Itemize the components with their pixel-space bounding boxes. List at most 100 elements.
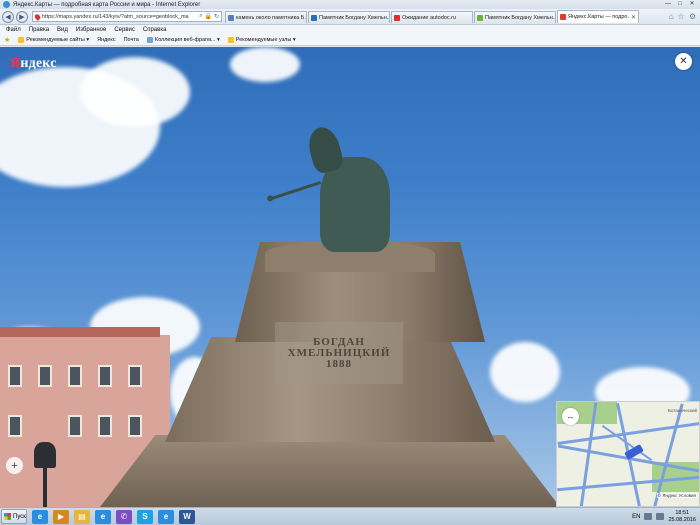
building-window xyxy=(98,365,112,387)
menu-view[interactable]: Вид xyxy=(57,27,68,33)
favorites-star-icon[interactable]: ★ xyxy=(4,36,10,44)
fav-mail[interactable]: Почта xyxy=(124,37,139,43)
back-button[interactable]: ◀ xyxy=(2,10,14,23)
tab-favicon xyxy=(311,14,317,21)
building-window xyxy=(68,415,82,437)
menu-file[interactable]: Файл xyxy=(6,27,21,33)
tab-favicon xyxy=(560,14,566,20)
forward-arrow-icon: ▶ xyxy=(19,13,25,21)
fav-label: Почта xyxy=(123,37,139,43)
expand-minimap-button[interactable]: ↔ xyxy=(562,408,579,425)
tab-label: Яндекс.Карты — подро... xyxy=(568,14,629,20)
fav-yandex[interactable]: Яндекс xyxy=(97,37,116,43)
minimap-road xyxy=(557,421,699,446)
tab-1[interactable]: камень около памятника Б... xyxy=(225,11,307,23)
minimap[interactable]: ↔ Ботанический © Яндекс Условия xyxy=(556,401,700,507)
inscription-line: 1888 xyxy=(326,357,352,370)
plus-icon: + xyxy=(11,459,18,472)
menu-edit[interactable]: Правка xyxy=(29,27,49,33)
fav-label: Рекомендуемые сайты ▾ xyxy=(26,37,90,43)
cloud xyxy=(80,57,190,127)
fav-recommended-sites[interactable]: Рекомендуемые сайты ▾ xyxy=(18,37,89,43)
menu-tools[interactable]: Сервис xyxy=(114,27,135,33)
search-icon[interactable]: ⌕ xyxy=(199,13,202,20)
refresh-icon[interactable]: ↻ xyxy=(214,13,219,20)
cloud xyxy=(490,342,560,402)
tab-3[interactable]: Ожидание autodoc.ru xyxy=(391,11,473,23)
minimize-button[interactable]: — xyxy=(662,0,674,8)
fav-web-slice-gallery[interactable]: Коллекция веб-фрагм... ▾ xyxy=(146,37,220,43)
fav-label: Яндекс xyxy=(97,37,116,43)
building-window xyxy=(8,415,22,437)
yandex-pin-icon xyxy=(33,12,42,21)
equestrian-statue xyxy=(270,117,410,257)
taskbar-ie-icon[interactable]: e xyxy=(32,509,48,524)
taskbar: Пуск e ▶ ▤ e ✆ S e W EN 18:51 25.08.2016 xyxy=(0,507,700,525)
close-panorama-button[interactable]: ✕ xyxy=(675,53,692,70)
building-window xyxy=(98,415,112,437)
building-roof xyxy=(0,327,160,337)
minimap-place-label: Ботанический xyxy=(668,408,697,413)
tab-close-icon[interactable]: ✕ xyxy=(631,14,638,21)
gear-icon[interactable]: ⚙ xyxy=(689,12,696,21)
ie-icon xyxy=(3,1,10,8)
taskbar-ie-icon[interactable]: e xyxy=(158,509,174,524)
system-tray: EN 18:51 25.08.2016 xyxy=(632,510,700,522)
menu-favorites[interactable]: Избранное xyxy=(76,27,106,33)
tab-2[interactable]: Памятник Богдану Хмельн... xyxy=(308,11,390,23)
tab-label: Ожидание autodoc.ru xyxy=(402,14,456,21)
favorites-star-icon[interactable]: ☆ xyxy=(678,12,685,21)
address-bar[interactable]: https://maps.yandex.ru/143/kyiv/?atm_sou… xyxy=(32,11,222,22)
taskbar-skype-icon[interactable]: S xyxy=(137,509,153,524)
tab-label: камень около памятника Б... xyxy=(236,14,306,21)
clock[interactable]: 18:51 25.08.2016 xyxy=(668,510,696,522)
tab-4[interactable]: Памятник Богдану Хмельн... xyxy=(474,11,556,23)
window-titlebar: Яндекс.Карты — подробная карта России и … xyxy=(0,0,700,9)
back-arrow-icon: ◀ xyxy=(5,13,11,21)
building-window xyxy=(8,365,22,387)
close-window-button[interactable]: ✕ xyxy=(686,0,698,8)
minimap-copyright[interactable]: © Яндекс Условия xyxy=(656,493,697,498)
fav-label: Коллекция веб-фрагм... ▾ xyxy=(154,37,220,43)
yandex-logo: Яндекс xyxy=(10,56,57,71)
forward-button[interactable]: ▶ xyxy=(16,10,28,23)
street-lamp xyxy=(30,442,60,507)
volume-icon[interactable] xyxy=(656,513,665,520)
cloud xyxy=(230,47,300,82)
fav-recommended-nodes[interactable]: Рекомендуемые узлы ▾ xyxy=(227,37,296,43)
inscription-line: ХМЕЛЬНИЦКИЙ xyxy=(287,346,391,359)
language-indicator[interactable]: EN xyxy=(632,514,640,520)
window-controls: — □ ✕ xyxy=(662,0,698,8)
lamp-globe xyxy=(34,442,56,468)
start-button[interactable]: Пуск xyxy=(1,509,27,524)
building-window xyxy=(128,365,142,387)
lock-icon[interactable]: 🔒 xyxy=(204,13,211,20)
maximize-button[interactable]: □ xyxy=(674,0,686,8)
building-window xyxy=(68,365,82,387)
taskbar-viber-icon[interactable]: ✆ xyxy=(116,509,132,524)
menu-help[interactable]: Справка xyxy=(143,27,167,33)
zoom-controls: + xyxy=(6,457,23,474)
address-url[interactable]: https://maps.yandex.ru/143/kyiv/?atm_sou… xyxy=(42,14,197,20)
browser-toolbar-icons: ⌂ ☆ ⚙ xyxy=(669,12,700,21)
home-icon[interactable]: ⌂ xyxy=(669,12,674,21)
tab-favicon xyxy=(228,14,234,21)
taskbar-explorer-icon[interactable]: ▤ xyxy=(74,509,90,524)
expand-icon: ↔ xyxy=(566,412,575,421)
tab-favicon xyxy=(394,14,400,21)
window-title: Яндекс.Карты — подробная карта России и … xyxy=(13,1,201,8)
building-window xyxy=(38,365,52,387)
taskbar-media-player-icon[interactable]: ▶ xyxy=(53,509,69,524)
taskbar-ie-icon[interactable]: e xyxy=(95,509,111,524)
zoom-in-button[interactable]: + xyxy=(6,457,23,474)
fav-icon xyxy=(227,37,234,43)
tab-5-active[interactable]: Яндекс.Карты — подро... ✕ xyxy=(557,10,639,23)
tab-label: Памятник Богдану Хмельн... xyxy=(485,14,555,21)
network-icon[interactable] xyxy=(644,513,653,520)
start-label: Пуск xyxy=(13,513,26,520)
fav-label: Рекомендуемые узлы ▾ xyxy=(235,37,296,43)
taskbar-word-icon[interactable]: W xyxy=(179,509,195,524)
building-window xyxy=(128,415,142,437)
navigation-row: ◀ ▶ https://maps.yandex.ru/143/kyiv/?atm… xyxy=(0,9,700,25)
tab-favicon xyxy=(477,14,483,21)
